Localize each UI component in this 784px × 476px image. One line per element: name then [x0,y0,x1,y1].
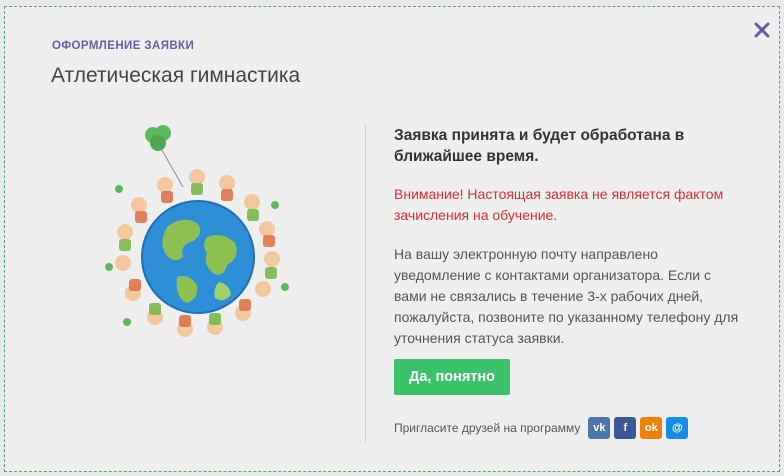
globe-children-illustration [105,125,289,337]
application-modal: ОФОРМЛЕНИЕ ЗАЯВКИ Атлетическая гимнастик… [4,6,780,472]
notification-info: На вашу электронную почту направлено уве… [394,246,739,346]
modal-kicker: ОФОРМЛЕНИЕ ЗАЯВКИ [52,40,195,52]
share-row: Пригласите друзей на программу vk f ok @ [394,417,744,439]
facebook-icon[interactable]: f [614,417,637,439]
content-divider [365,124,366,442]
moimir-icon[interactable]: @ [666,417,689,439]
facebook-glyph: f [623,422,628,434]
vk-icon[interactable]: vk [588,417,611,439]
course-title: Атлетическая гимнастика [51,64,301,87]
vk-glyph: vk [593,422,606,434]
confirmation-headline: Заявка принята и будет обработана в ближ… [394,127,685,165]
confirmation-panel: Заявка принята и будет обработана в ближ… [394,125,744,439]
close-icon[interactable] [751,19,773,41]
moimir-glyph: @ [671,422,683,434]
enrollment-warning: Внимание! Настоящая заявка не является ф… [394,186,724,223]
odnoklassniki-icon[interactable]: ok [640,417,663,439]
odnoklassniki-glyph: ok [644,422,658,434]
share-label: Пригласите друзей на программу [394,421,581,435]
confirm-ok-button[interactable]: Да, понятно [394,359,511,395]
